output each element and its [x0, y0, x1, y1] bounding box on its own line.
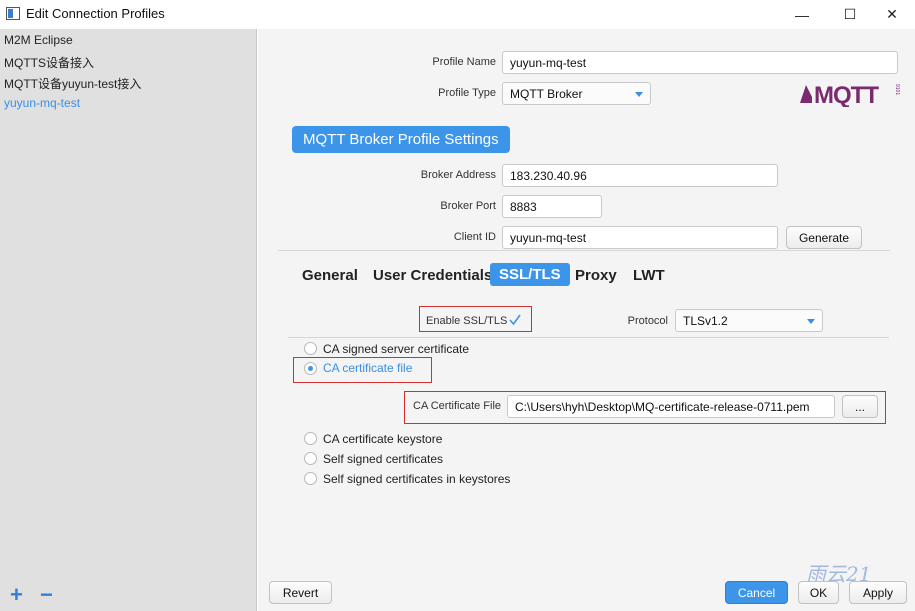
client-id-input[interactable]: yuyun-mq-test: [502, 226, 778, 249]
ca-certificate-file-label-field: CA Certificate File: [413, 400, 502, 412]
enable-ssl-checkbox[interactable]: [509, 314, 521, 326]
ca-certificate-file-label: CA certificate file: [323, 361, 413, 375]
apply-button[interactable]: Apply: [849, 581, 907, 604]
broker-port-input[interactable]: 8883: [502, 195, 602, 218]
chevron-down-icon: [635, 92, 643, 97]
window-title: Edit Connection Profiles: [26, 6, 165, 21]
sidebar-item-m2m-eclipse[interactable]: M2M Eclipse: [4, 33, 73, 47]
divider: [288, 337, 889, 338]
minimize-button[interactable]: —: [779, 0, 825, 29]
sidebar-item-yuyun-mq-test[interactable]: yuyun-mq-test: [4, 96, 80, 110]
remove-profile-button[interactable]: −: [40, 582, 53, 608]
title-bar: Edit Connection Profiles — ☐ ✕: [0, 0, 915, 29]
broker-port-label: Broker Port: [440, 200, 496, 212]
profiles-sidebar: M2M Eclipse MQTTS设备接入 MQTT设备yuyun-test接入…: [0, 29, 257, 611]
app-icon: [6, 7, 20, 20]
revert-button[interactable]: Revert: [269, 581, 332, 604]
self-signed-label: Self signed certificates: [323, 452, 444, 466]
close-button[interactable]: ✕: [869, 0, 915, 29]
broker-settings-header: MQTT Broker Profile Settings: [292, 126, 510, 153]
cancel-button[interactable]: Cancel: [725, 581, 788, 604]
add-profile-button[interactable]: +: [10, 582, 23, 608]
sidebar-item-mqtt-yuyun-test[interactable]: MQTT设备yuyun-test接入: [4, 75, 141, 92]
edit-connection-profiles-window: Edit Connection Profiles — ☐ ✕ M2M Eclip…: [0, 0, 915, 611]
chevron-down-icon: [807, 319, 815, 324]
tab-proxy[interactable]: Proxy: [575, 267, 617, 284]
sidebar-item-mqtts[interactable]: MQTTS设备接入: [4, 54, 94, 71]
client-id-label: Client ID: [453, 231, 496, 243]
tab-lwt[interactable]: LWT: [633, 267, 665, 284]
radio-self-signed-keystores[interactable]: [304, 472, 317, 485]
tab-general[interactable]: General: [302, 267, 358, 284]
broker-address-label: Broker Address: [420, 169, 496, 181]
enable-ssl-label: Enable SSL/TLS: [426, 315, 508, 327]
ok-button[interactable]: OK: [798, 581, 839, 604]
profile-type-label: Profile Type: [438, 87, 496, 99]
radio-self-signed[interactable]: [304, 452, 317, 465]
ca-keystore-label: CA certificate keystore: [323, 432, 443, 446]
ca-signed-server-label: CA signed server certificate: [323, 342, 470, 356]
profile-settings-panel: Profile Name yuyun-mq-test Profile Type …: [258, 29, 915, 611]
profile-type-value: MQTT Broker: [510, 87, 583, 101]
protocol-value: TLSv1.2: [683, 314, 728, 328]
generate-button[interactable]: Generate: [786, 226, 862, 249]
divider: [278, 250, 890, 251]
mqtt-logo-small: 9101: [894, 84, 900, 95]
protocol-label: Protocol: [627, 315, 668, 327]
tab-user-credentials[interactable]: User Credentials: [373, 267, 492, 284]
ca-certificate-file-input[interactable]: C:\Users\hyh\Desktop\MQ-certificate-rele…: [507, 395, 835, 418]
browse-button[interactable]: ...: [842, 395, 878, 418]
mqtt-logo-text: MQTT: [814, 82, 879, 107]
mqtt-logo: MQTT 9101: [800, 82, 900, 107]
profile-name-input[interactable]: yuyun-mq-test: [502, 51, 898, 74]
protocol-select[interactable]: TLSv1.2: [675, 309, 823, 332]
profile-name-label: Profile Name: [432, 56, 496, 68]
broker-address-input[interactable]: 183.230.40.96: [502, 164, 778, 187]
profile-type-select[interactable]: MQTT Broker: [502, 82, 651, 105]
radio-ca-keystore[interactable]: [304, 432, 317, 445]
self-signed-keystores-label: Self signed certificates in keystores: [323, 472, 511, 486]
maximize-button[interactable]: ☐: [827, 0, 873, 29]
radio-ca-signed-server[interactable]: [304, 342, 317, 355]
tab-ssl-tls[interactable]: SSL/TLS: [490, 263, 570, 286]
radio-ca-certificate-file[interactable]: [304, 362, 317, 375]
